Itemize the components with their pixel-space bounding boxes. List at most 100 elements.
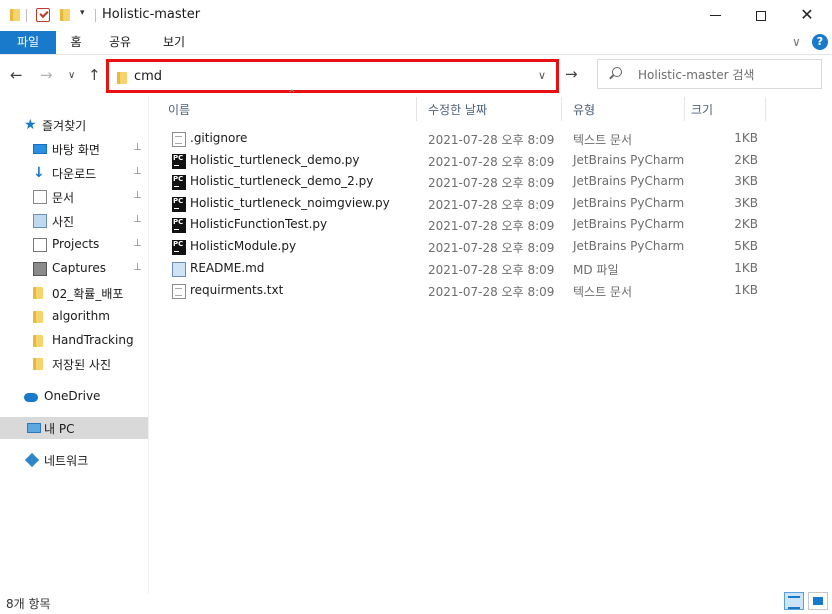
pin-icon: ⊥ [133,262,142,273]
sidebar-item-label: 네트워크 [44,454,89,468]
file-modified: 2021-07-28 오후 8:09 [428,198,555,212]
sidebar-item-label: OneDrive [44,389,101,403]
tab-home[interactable]: 홈 [60,31,92,54]
divider [95,9,96,22]
file-row[interactable]: HolisticFunctionTest.py 2021-07-28 오후 8:… [164,215,764,236]
file-name: .gitignore [190,131,248,145]
pin-icon: ⊥ [133,142,142,153]
file-modified: 2021-07-28 오후 8:09 [428,219,555,233]
large-icons-view-button[interactable] [808,592,828,610]
quick-access-dropdown-icon[interactable]: ▾ [80,8,85,18]
column-header-row: ^ 이름 수정한 날짜 유형 크기 [160,89,768,121]
onedrive-icon [24,393,38,402]
sidebar-item-captures[interactable]: Captures ⊥ [0,258,148,280]
file-name: README.md [190,261,265,275]
file-name: HolisticModule.py [190,239,297,253]
sidebar-item-this-pc[interactable]: 내 PC [0,417,148,439]
column-separator[interactable] [416,97,417,121]
this-pc-icon [27,423,41,433]
clipboard-icon [33,238,47,252]
search-input[interactable]: Holistic-master 검색 [638,66,754,83]
item-count: 8개 항목 [6,597,51,611]
folder-icon [31,357,45,371]
column-header-type[interactable]: 유형 [573,101,595,118]
properties-icon[interactable] [36,8,50,22]
file-row[interactable]: Holistic_turtleneck_noimgview.py 2021-07… [164,194,764,215]
column-header-modified[interactable]: 수정한 날짜 [428,101,487,118]
minimize-button[interactable] [692,0,738,31]
expand-ribbon-icon[interactable]: ∨ [792,35,801,49]
divider [26,9,27,22]
file-name: Holistic_turtleneck_noimgview.py [190,196,390,210]
recent-locations-icon[interactable]: ∨ [68,70,75,81]
forward-icon[interactable]: → [40,66,53,84]
file-row[interactable]: Holistic_turtleneck_demo.py 2021-07-28 오… [164,151,764,172]
maximize-button[interactable] [738,0,784,31]
download-icon: ↓ [33,165,45,181]
text-file-icon [172,284,186,299]
column-separator[interactable] [684,97,685,121]
sidebar-item-folder[interactable]: 02_확률_배포 [0,282,148,304]
folder-icon [31,310,45,324]
pin-icon: ⊥ [133,214,142,225]
pycharm-file-icon [172,154,186,169]
file-modified: 2021-07-28 오후 8:09 [428,241,555,255]
address-dropdown-icon[interactable]: ∨ [538,69,546,82]
file-row[interactable]: requirments.txt 2021-07-28 오후 8:09 텍스트 문… [164,281,764,302]
sidebar-item-pictures[interactable]: 사진 ⊥ [0,210,148,232]
sidebar-item-label: 저장된 사진 [52,358,112,372]
file-row[interactable]: README.md 2021-07-28 오후 8:09 MD 파일 1KB [164,259,764,280]
column-separator[interactable] [561,97,562,121]
details-view-button[interactable] [784,592,804,610]
file-row[interactable]: HolisticModule.py 2021-07-28 오후 8:09 Jet… [164,237,764,258]
file-modified: 2021-07-28 오후 8:09 [428,176,555,190]
column-header-size[interactable]: 크기 [691,101,713,118]
sidebar-item-quick-access[interactable]: ★ 즐겨찾기 [0,114,148,136]
sidebar-item-onedrive[interactable]: OneDrive [0,386,148,408]
address-input[interactable]: cmd [134,69,162,84]
sidebar-item-projects[interactable]: Projects ⊥ [0,234,148,256]
file-modified: 2021-07-28 오후 8:09 [428,263,555,277]
file-row[interactable]: Holistic_turtleneck_demo_2.py 2021-07-28… [164,172,764,193]
pane-divider[interactable] [148,96,149,594]
sidebar-item-documents[interactable]: 문서 ⊥ [0,186,148,208]
help-icon[interactable]: ? [812,34,828,50]
sidebar-item-folder[interactable]: algorithm [0,306,148,328]
sidebar-item-desktop[interactable]: 바탕 화면 ⊥ [0,138,148,160]
back-icon[interactable]: ← [10,66,23,84]
file-modified: 2021-07-28 오후 8:09 [428,155,555,169]
file-size: 1KB [734,261,758,275]
pycharm-file-icon [172,197,186,212]
column-header-name[interactable]: 이름 [168,101,190,118]
file-size: 2KB [734,217,758,231]
sidebar-item-label: Captures [52,261,106,275]
up-icon[interactable]: ↑ [88,66,101,84]
sidebar-item-folder[interactable]: 저장된 사진 [0,353,148,375]
file-type: 텍스트 문서 [573,285,633,299]
sidebar-item-label: HandTracking [52,333,134,347]
sidebar-item-folder[interactable]: HandTracking [0,330,148,352]
sidebar-item-downloads[interactable]: ↓ 다운로드 ⊥ [0,162,148,184]
file-name: requirments.txt [190,283,284,297]
sidebar-item-network[interactable]: 네트워크 [0,449,148,471]
markdown-file-icon [172,262,186,277]
go-icon[interactable]: → [565,65,578,83]
file-size: 3KB [734,196,758,210]
file-row[interactable]: .gitignore 2021-07-28 오후 8:09 텍스트 문서 1KB [164,129,764,150]
navigation-pane: ★ 즐겨찾기 바탕 화면 ⊥ ↓ 다운로드 ⊥ 문서 ⊥ 사진 ⊥ Projec… [0,112,148,582]
tab-view[interactable]: 보기 [154,31,194,54]
address-bar[interactable]: cmd ∨ [106,59,559,93]
file-size: 1KB [734,283,758,297]
file-type: JetBrains PyCharm [573,239,685,253]
file-type: JetBrains PyCharm [573,174,685,188]
file-name: Holistic_turtleneck_demo.py [190,153,360,167]
column-separator[interactable] [765,97,766,121]
text-file-icon [172,132,186,147]
close-button[interactable]: ✕ [784,0,830,31]
minimize-icon [709,15,721,16]
file-modified: 2021-07-28 오후 8:09 [428,285,555,299]
tab-share[interactable]: 공유 [100,31,140,54]
search-box[interactable]: Holistic-master 검색 [597,59,822,89]
file-type: JetBrains PyCharm [573,217,685,231]
tab-file[interactable]: 파일 [0,31,56,54]
